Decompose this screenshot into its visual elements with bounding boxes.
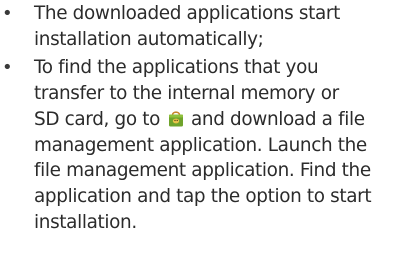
list-item: • The downloaded applications start inst… bbox=[0, 1, 418, 52]
list-item: • To find the applications that you tran… bbox=[0, 55, 418, 235]
text-line: installation automatically; bbox=[34, 28, 264, 50]
text-line-with-icon: SD card, go to and download a file bbox=[34, 107, 418, 133]
text-fragment: SD card, go to bbox=[34, 108, 160, 130]
text-line: management application. Launch the bbox=[34, 134, 367, 156]
text-line: The downloaded applications start bbox=[34, 3, 340, 24]
market-bag-icon bbox=[168, 111, 183, 127]
instruction-document: • The downloaded applications start inst… bbox=[0, 0, 418, 264]
text-line: transfer to the internal memory or bbox=[34, 83, 339, 105]
instruction-list: • The downloaded applications start inst… bbox=[0, 1, 418, 235]
text-line: file management application. Find the bbox=[34, 160, 371, 182]
text-line: installation. bbox=[34, 211, 137, 233]
text-fragment: and download a file bbox=[191, 108, 365, 130]
text-line: To find the applications that you bbox=[34, 57, 319, 79]
text-line: application and tap the option to start bbox=[34, 185, 372, 207]
bullet-marker: • bbox=[2, 3, 13, 24]
bullet-marker: • bbox=[2, 57, 13, 79]
